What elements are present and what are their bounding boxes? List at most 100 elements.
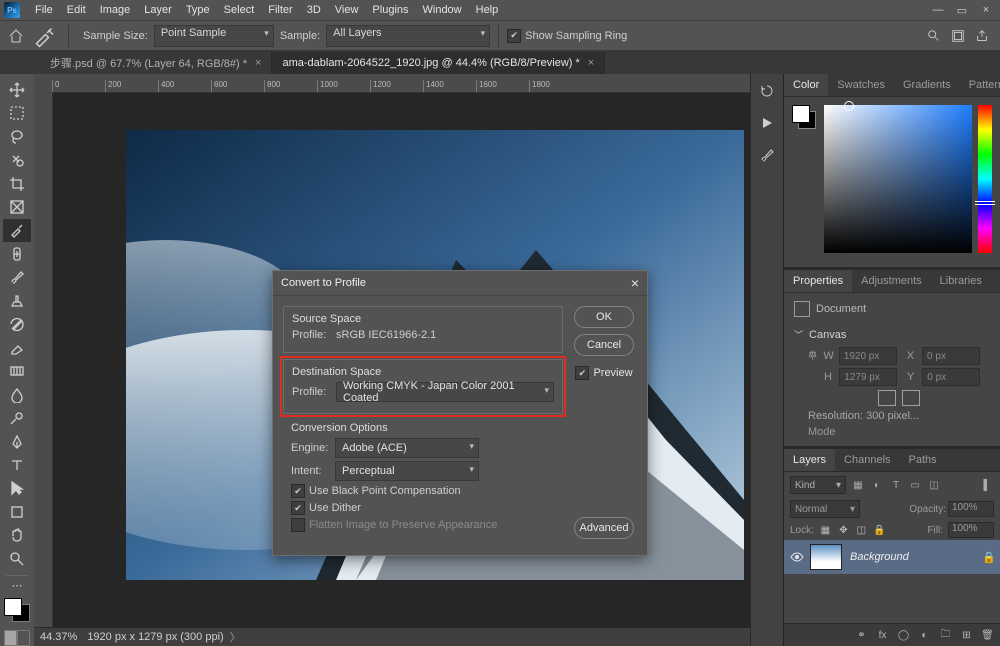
engine-select[interactable]: Adobe (ACE)	[335, 438, 479, 458]
share-icon[interactable]	[972, 29, 992, 43]
blur-tool[interactable]	[3, 383, 31, 406]
y-field[interactable]: 0 px	[922, 368, 980, 386]
panel-tab-libraries[interactable]: Libraries	[931, 270, 991, 292]
history-panel-icon[interactable]	[756, 80, 778, 102]
panel-tab-properties[interactable]: Properties	[784, 270, 852, 292]
panel-tab-adjustments[interactable]: Adjustments	[852, 270, 931, 292]
layer-row[interactable]: Background 🔒	[784, 540, 1000, 574]
layer-thumbnail[interactable]	[810, 544, 842, 570]
ok-button[interactable]: OK	[574, 306, 634, 328]
menu-view[interactable]: View	[328, 2, 366, 18]
height-field[interactable]: 1279 px	[839, 368, 897, 386]
menu-window[interactable]: Window	[416, 2, 469, 18]
delete-layer-icon[interactable]: 🗑	[981, 629, 994, 642]
quickmask-toggle[interactable]	[4, 630, 30, 646]
doc-info-arrow-icon[interactable]: 〉	[230, 629, 241, 645]
filter-smart-icon[interactable]: ◫	[927, 478, 941, 492]
menu-select[interactable]: Select	[217, 2, 262, 18]
foreground-background-swatch[interactable]	[792, 105, 816, 129]
maximize-button[interactable]: ▭	[952, 3, 972, 17]
pen-tool[interactable]	[3, 430, 31, 453]
filter-shape-icon[interactable]: ▭	[908, 478, 922, 492]
color-swatch[interactable]	[4, 598, 30, 621]
orientation-landscape-icon[interactable]	[902, 390, 920, 406]
filter-adjust-icon[interactable]: ◐	[870, 478, 884, 492]
shape-tool[interactable]	[3, 500, 31, 523]
panel-tab-color[interactable]: Color	[784, 74, 828, 96]
menu-3d[interactable]: 3D	[300, 2, 328, 18]
hand-tool[interactable]	[3, 524, 31, 547]
doc-info[interactable]: 1920 px x 1279 px (300 ppi)	[87, 631, 223, 643]
destination-profile-select[interactable]: Working CMYK - Japan Color 2001 Coated	[336, 382, 554, 402]
panel-tab-layers[interactable]: Layers	[784, 449, 835, 471]
panel-tab-paths[interactable]: Paths	[900, 449, 946, 471]
link-layers-icon[interactable]: ⚭	[855, 629, 868, 642]
layer-name[interactable]: Background	[850, 551, 982, 563]
sample-size-select[interactable]: Point Sample	[154, 25, 274, 47]
canvas-area[interactable]: 020040060080010001200140016001800	[34, 74, 750, 646]
dialog-close-icon[interactable]: ×	[631, 275, 639, 291]
lasso-tool[interactable]	[3, 125, 31, 148]
menu-layer[interactable]: Layer	[137, 2, 179, 18]
gradient-tool[interactable]	[3, 359, 31, 382]
black-point-checkbox[interactable]	[291, 484, 305, 498]
type-tool[interactable]	[3, 453, 31, 476]
actions-panel-icon[interactable]	[756, 112, 778, 134]
frame-tool[interactable]	[3, 195, 31, 218]
brush-tool[interactable]	[3, 266, 31, 289]
new-layer-icon[interactable]: ⊞	[960, 629, 973, 642]
fill-field[interactable]: 100%	[948, 522, 994, 538]
opacity-field[interactable]: 100%	[948, 501, 994, 517]
cancel-button[interactable]: Cancel	[574, 334, 634, 356]
minimize-button[interactable]: —	[928, 3, 948, 17]
lock-pixels-icon[interactable]: ▦	[819, 524, 832, 537]
panel-tab-swatches[interactable]: Swatches	[828, 74, 894, 96]
lock-all-icon[interactable]: 🔒	[873, 524, 886, 537]
menu-image[interactable]: Image	[93, 2, 138, 18]
brushes-panel-icon[interactable]	[756, 144, 778, 166]
filter-type-icon[interactable]: T	[889, 478, 903, 492]
hue-slider[interactable]	[978, 105, 992, 253]
panel-tab-patterns[interactable]: Patterns	[960, 74, 1000, 96]
group-icon[interactable]: 🗀	[939, 629, 952, 642]
dialog-titlebar[interactable]: Convert to Profile ×	[273, 271, 647, 296]
edit-toolbar-icon[interactable]: ⋯	[3, 579, 31, 592]
preview-checkbox[interactable]	[575, 366, 589, 380]
close-tab-icon[interactable]: ×	[588, 57, 594, 69]
crop-tool[interactable]	[3, 172, 31, 195]
workspace-icon[interactable]	[948, 29, 968, 43]
document-tab[interactable]: 步骤.psd @ 67.7% (Layer 64, RGB/8#) *×	[40, 52, 272, 74]
layer-mask-icon[interactable]: ◯	[897, 629, 910, 642]
sample-select[interactable]: All Layers	[326, 25, 490, 47]
adjustment-layer-icon[interactable]: ◐	[918, 629, 931, 642]
x-field[interactable]: 0 px	[922, 347, 980, 365]
layer-filter-select[interactable]: Kind▾	[790, 476, 846, 494]
orientation-portrait-icon[interactable]	[878, 390, 896, 406]
dodge-tool[interactable]	[3, 406, 31, 429]
panel-tab-channels[interactable]: Channels	[835, 449, 899, 471]
menu-file[interactable]: File	[28, 2, 60, 18]
healing-brush-tool[interactable]	[3, 242, 31, 265]
close-tab-icon[interactable]: ×	[255, 57, 261, 69]
eyedropper-tool[interactable]	[3, 219, 31, 242]
menu-filter[interactable]: Filter	[261, 2, 299, 18]
filter-toggle-icon[interactable]: ▌	[980, 478, 994, 492]
lock-position-icon[interactable]: ✥	[837, 524, 850, 537]
dither-checkbox[interactable]	[291, 501, 305, 515]
marquee-tool[interactable]	[3, 101, 31, 124]
quick-select-tool[interactable]	[3, 148, 31, 171]
filter-pixel-icon[interactable]: ▦	[851, 478, 865, 492]
clone-stamp-tool[interactable]	[3, 289, 31, 312]
visibility-icon[interactable]	[790, 550, 804, 564]
zoom-level[interactable]: 44.37%	[40, 631, 77, 643]
history-brush-tool[interactable]	[3, 313, 31, 336]
eraser-tool[interactable]	[3, 336, 31, 359]
menu-edit[interactable]: Edit	[60, 2, 93, 18]
move-tool[interactable]	[3, 78, 31, 101]
menu-type[interactable]: Type	[179, 2, 217, 18]
width-field[interactable]: 1920 px	[839, 347, 897, 365]
panel-tab-gradients[interactable]: Gradients	[894, 74, 960, 96]
lock-artboard-icon[interactable]: ◫	[855, 524, 868, 537]
menu-plugins[interactable]: Plugins	[365, 2, 415, 18]
close-window-button[interactable]: ×	[976, 3, 996, 17]
